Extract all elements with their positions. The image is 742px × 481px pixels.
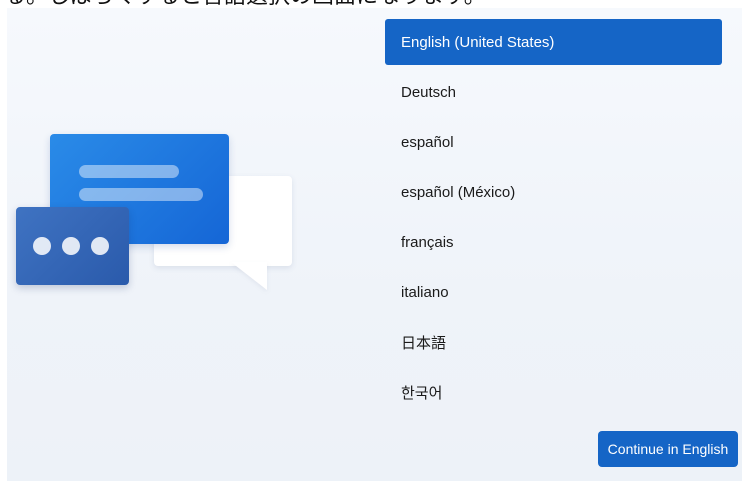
language-option-english-us[interactable]: English (United States) [385,19,722,65]
language-option-francais[interactable]: français [385,219,722,265]
language-list: English (United States) Deutsch español … [385,19,722,419]
language-label: English (United States) [401,33,555,51]
language-label: 日本語 [401,334,447,352]
language-option-japanese[interactable]: 日本語 [385,319,722,365]
white-speech-bubble-tail [231,262,267,290]
typing-dot [62,237,80,255]
language-option-deutsch[interactable]: Deutsch [385,69,722,115]
language-label: italiano [401,283,449,301]
message-line [79,165,179,178]
language-option-korean[interactable]: 한국어 [385,369,722,415]
language-label: español [401,133,454,151]
language-label: Deutsch [401,83,457,101]
language-option-italiano[interactable]: italiano [385,269,722,315]
language-option-espanol[interactable]: español [385,119,722,165]
chat-bubbles-icon [7,8,367,481]
typing-dot [91,237,109,255]
message-line [79,188,203,201]
language-label: español (México) [401,183,516,201]
continue-button[interactable]: Continue in English [598,431,738,467]
language-option-espanol-mexico[interactable]: español (México) [385,169,722,215]
language-label: français [401,233,454,251]
language-label: 한국어 [401,384,443,402]
language-selection-window: English (United States) Deutsch español … [7,8,742,481]
typing-dot [33,237,51,255]
page-caption: る。しばらくすると言語選択の画面になります。 [0,0,742,8]
